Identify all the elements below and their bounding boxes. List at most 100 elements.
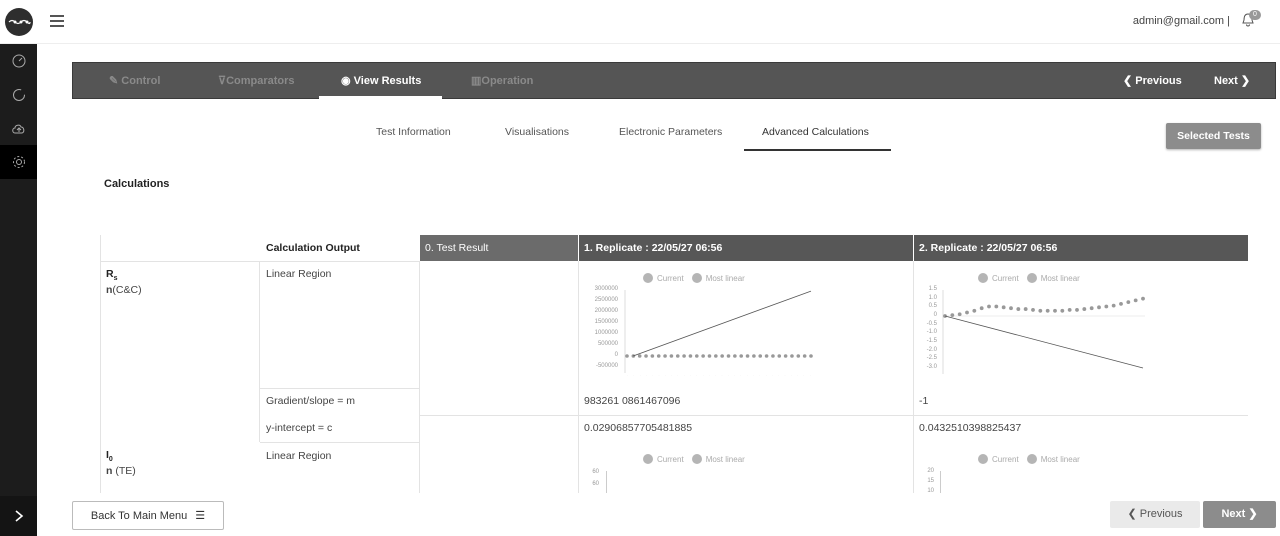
chart4-y-tick: 15 — [927, 478, 934, 484]
intercept-value-1: 0.02906857705481885 — [584, 422, 693, 434]
x-tick-label: · — [715, 373, 716, 377]
chevron-right-icon: ❯ — [1240, 75, 1251, 87]
x-tick-label: · — [652, 373, 653, 377]
y-tick-label: -2.0 — [926, 346, 937, 353]
current-point — [1038, 308, 1043, 313]
x-tick-label: · — [747, 373, 748, 377]
current-point — [1097, 305, 1101, 310]
grid-line — [100, 235, 101, 493]
top-previous-button[interactable]: ❮ Previous — [1123, 63, 1182, 99]
legend-current-dot — [643, 454, 653, 464]
current-point — [694, 354, 699, 358]
current-point — [1067, 308, 1072, 312]
io-n-label: n (TE) — [106, 465, 136, 477]
most-linear-line — [632, 290, 812, 357]
rs-n-label: n(C&C) — [106, 284, 142, 296]
current-point — [758, 354, 763, 358]
list-icon: ☰ — [195, 510, 206, 522]
x-tick-label: · — [709, 373, 710, 377]
y-tick-label: 1500000 — [594, 319, 618, 325]
y-tick-label: 1.5 — [928, 286, 937, 292]
chart4-axis — [940, 471, 941, 493]
x-tick-label: · — [627, 373, 628, 377]
intercept-label: y-intercept = c — [266, 422, 333, 434]
x-tick-label: · — [734, 373, 735, 377]
chart1-legend: Current Most linear — [643, 273, 745, 283]
y-tick-label: -1.0 — [926, 329, 937, 336]
current-point — [802, 354, 807, 358]
legend-most-linear-dot — [691, 454, 702, 464]
current-point — [987, 304, 991, 309]
most-linear-line — [944, 315, 1144, 369]
header-calculation-output: Calculation Output — [266, 242, 360, 254]
step-view-results[interactable]: ◉ View Results — [341, 63, 421, 99]
active-step-indicator — [319, 96, 442, 99]
top-bar: admin@gmail.com | 0 — [0, 0, 1280, 44]
app-logo[interactable] — [5, 8, 33, 36]
x-tick-label: · — [785, 373, 786, 377]
step-control[interactable]: ✎ Control — [109, 63, 160, 99]
selected-tests-button[interactable]: Selected Tests — [1166, 123, 1261, 149]
chevron-left-icon: ❮ — [1127, 508, 1137, 520]
current-point — [1133, 298, 1138, 303]
current-point — [1060, 308, 1065, 313]
chart3-y-tick: 60 — [592, 469, 599, 475]
current-point — [752, 354, 756, 358]
step-operation[interactable]: ▥Operation — [471, 63, 533, 99]
refresh-icon[interactable] — [0, 78, 37, 112]
chart3-y-tick: 60 — [592, 481, 599, 487]
y-tick-label: -0.5 — [926, 320, 937, 327]
dashboard-icon[interactable] — [0, 44, 37, 78]
x-tick-label: · — [640, 373, 641, 377]
x-tick-label: · — [759, 373, 760, 377]
current-point — [644, 354, 648, 358]
current-point — [809, 354, 813, 358]
tab-advanced-calculations[interactable]: Advanced Calculations — [762, 126, 869, 138]
y-tick-label: -1.5 — [926, 338, 937, 344]
y-tick-label: -500000 — [595, 363, 618, 369]
chart3-axis — [606, 471, 607, 493]
gradient-label: Gradient/slope = m — [266, 395, 356, 407]
current-point — [1023, 307, 1028, 311]
header-replicate-1: 1. Replicate : 22/05/27 06:56 — [579, 235, 913, 261]
sidebar — [0, 44, 37, 536]
current-point — [656, 354, 661, 358]
x-tick-label: · — [728, 373, 729, 377]
y-tick-label: 0.5 — [928, 303, 937, 310]
calculations-table: Calculation Output 0. Test Result 1. Rep… — [100, 235, 1248, 493]
current-point — [682, 354, 686, 358]
x-tick-label: · — [703, 373, 704, 377]
tab-visualisations[interactable]: Visualisations — [505, 126, 569, 138]
top-next-button[interactable]: Next ❯ — [1214, 63, 1250, 99]
gradient-value-1: 983261 0861467096 — [584, 395, 681, 407]
io-symbol: I0 — [106, 449, 113, 464]
intercept-value-2: 0.0432510398825437 — [919, 422, 1022, 434]
bottom-previous-button[interactable]: ❮ Previous — [1110, 501, 1200, 528]
x-tick-label: · — [772, 373, 773, 377]
chart1-plot: · · · · · · · · · · · · · · · · · · · · · · · · · · · · · · — [624, 290, 813, 377]
user-email[interactable]: admin@gmail.com | — [1133, 15, 1230, 27]
x-tick-label: · — [753, 373, 754, 377]
current-point — [701, 354, 705, 358]
current-point — [783, 354, 788, 358]
expand-sidebar-button[interactable] — [0, 496, 37, 536]
current-point — [1009, 306, 1013, 311]
settings-gear-icon[interactable] — [0, 145, 37, 179]
y-tick-label: 0 — [614, 352, 618, 358]
current-point — [707, 354, 712, 358]
tab-test-information[interactable]: Test Information — [376, 126, 451, 138]
y-tick-label: 3000000 — [594, 286, 618, 292]
tab-electronic-parameters[interactable]: Electronic Parameters — [619, 126, 722, 138]
current-point — [669, 354, 674, 358]
current-point — [965, 310, 969, 315]
back-to-main-menu-button[interactable]: Back To Main Menu ☰ — [72, 501, 224, 530]
current-point — [663, 354, 667, 358]
grid-line — [420, 415, 1248, 416]
bottom-next-button[interactable]: Next ❯ — [1203, 501, 1276, 528]
hamburger-menu-icon[interactable] — [50, 15, 64, 27]
x-tick-label: · — [665, 373, 666, 377]
cloud-upload-icon[interactable] — [0, 112, 37, 146]
step-comparators[interactable]: ⊽Comparators — [218, 63, 295, 99]
current-point — [1016, 307, 1021, 311]
current-point — [650, 354, 655, 358]
